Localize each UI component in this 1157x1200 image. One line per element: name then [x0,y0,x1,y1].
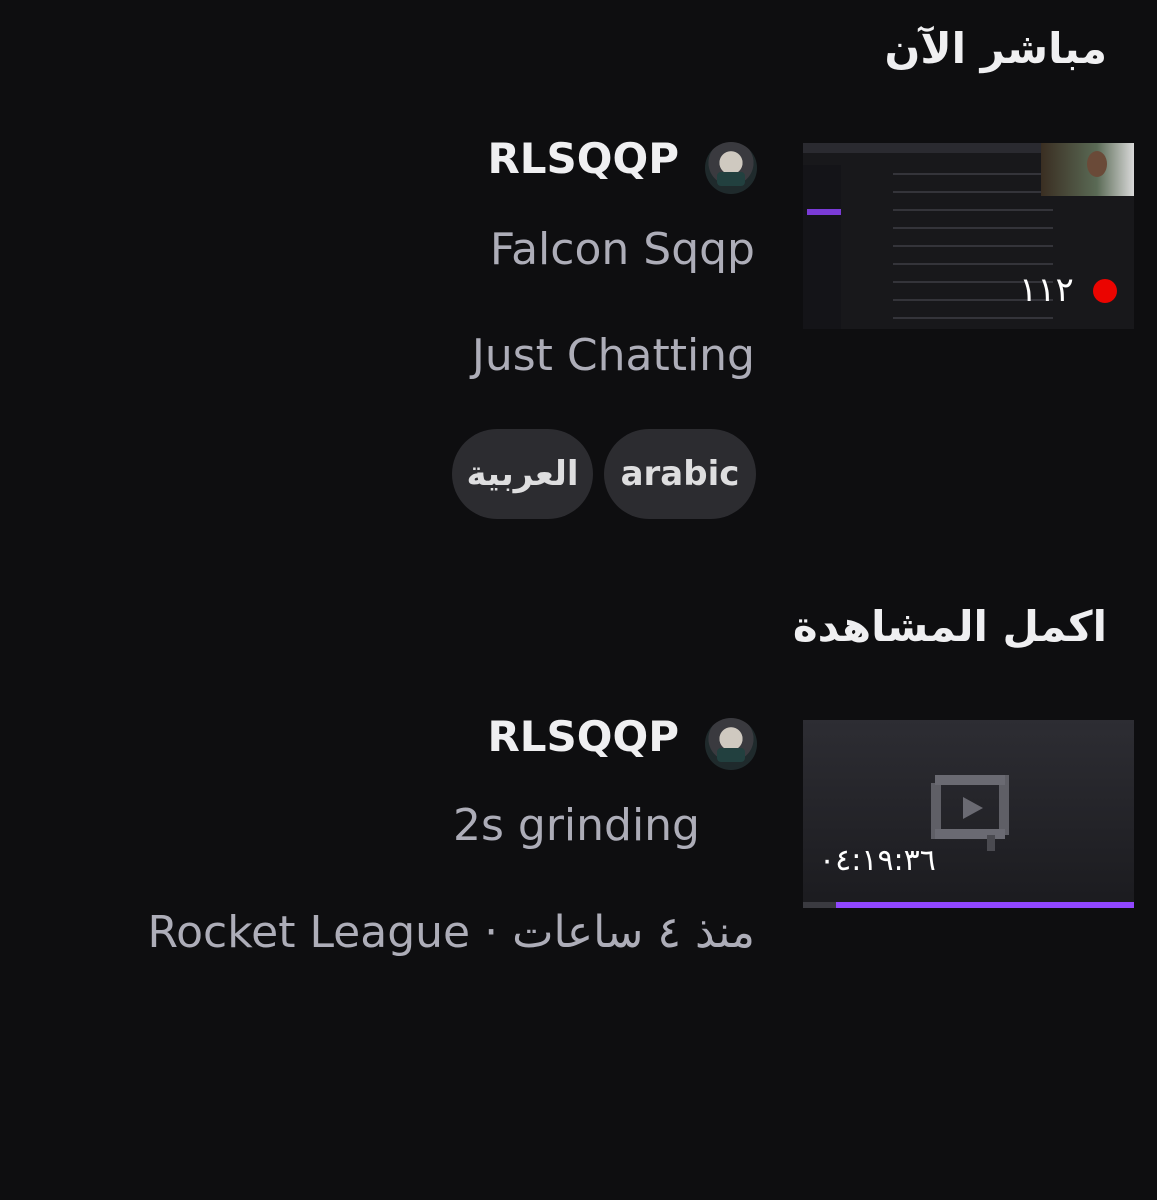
thumbnail-screen-row [893,191,1053,193]
live-stream-thumbnail[interactable]: ١١٢ [803,143,1134,329]
streamer-face [1087,151,1107,177]
thumbnail-screen-selected-item [807,209,841,215]
channel-avatar[interactable] [705,142,757,194]
vod-title: 2s grinding [452,800,700,851]
streamer-webcam [1041,143,1134,196]
stream-title: Falcon Sqqp [489,224,755,275]
thumbnail-screen-sidebar [803,165,841,329]
thumbnail-screen-row [893,263,1053,265]
watch-progress-track [803,902,1134,908]
thumbnail-screen-row [893,209,1053,211]
stream-category[interactable]: Just Chatting [472,330,755,381]
viewer-count: ١١٢ [1019,270,1074,310]
vod-thumbnail[interactable]: ٠٤:١٩:٣٦ [803,720,1134,908]
vod-duration: ٠٤:١٩:٣٦ [819,843,936,878]
vod-meta: منذ ٤ ساعات · Rocket League [147,907,755,958]
tag-arabic[interactable]: arabic [604,429,756,519]
channel-name[interactable]: RLSQQP [487,134,679,183]
watch-progress-fill [836,902,1134,908]
channel-name[interactable]: RLSQQP [487,712,679,761]
live-indicator-icon [1093,279,1117,303]
continue-watching-heading: اكمل المشاهدة [792,602,1107,651]
thumbnail-screen-row [893,227,1053,229]
tag-arabic-native[interactable]: العربية [452,429,593,519]
thumbnail-screen-row [893,317,1053,319]
video-placeholder-icon [931,775,1009,851]
thumbnail-screen-row [893,173,1053,175]
avatar-scarf [717,172,745,186]
avatar-scarf [717,748,745,762]
thumbnail-screen-row [893,245,1053,247]
live-now-heading: مباشر الآن [884,24,1108,73]
channel-avatar[interactable] [705,718,757,770]
